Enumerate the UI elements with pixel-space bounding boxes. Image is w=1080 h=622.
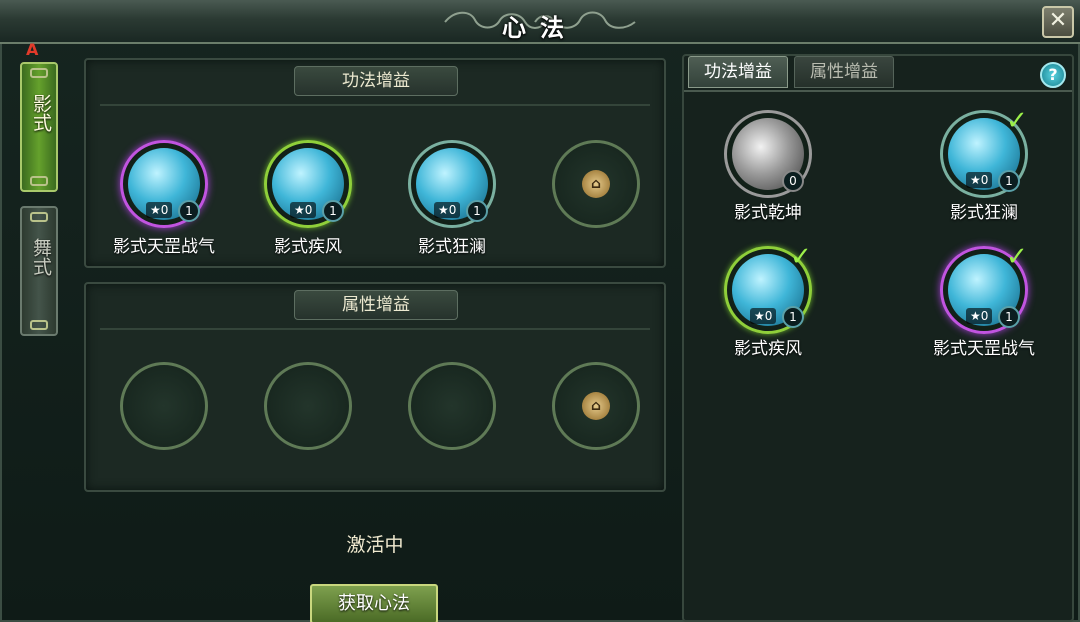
knot-ornament-icon xyxy=(30,68,48,78)
skill-name: 影式天罡战气 xyxy=(113,237,215,257)
owned-skill-item[interactable]: ★0 1 ✓ 影式疾风 xyxy=(720,242,816,359)
star-level: ★0 xyxy=(966,172,993,188)
divider xyxy=(684,90,1072,92)
title-bar: 心法 ✕ xyxy=(0,0,1080,44)
locked-slot[interactable]: ⌂ xyxy=(548,358,644,454)
attribute-boost-panel: 属性增益 ⌂ xyxy=(84,282,666,492)
close-button[interactable]: ✕ xyxy=(1042,6,1074,38)
slot-ring xyxy=(120,362,208,450)
status-text: 激活中 xyxy=(346,534,404,556)
skill-name: 影式疾风 xyxy=(734,339,802,359)
owned-skill-item[interactable]: ★0 1 ✓ 影式狂澜 xyxy=(936,106,1032,223)
close-icon[interactable]: ✕ xyxy=(1049,8,1067,33)
lock-icon: ⌂ xyxy=(582,392,610,420)
side-tab-label: 舞式 xyxy=(30,238,52,276)
checkmark-icon: ✓ xyxy=(790,242,812,272)
star-level: ★0 xyxy=(434,202,461,218)
knot-ornament-icon xyxy=(30,176,48,186)
help-button[interactable]: ? xyxy=(1040,62,1066,88)
skill-slot[interactable]: ★0 1 影式狂澜 xyxy=(404,136,500,257)
checkmark-icon: ✓ xyxy=(1006,242,1028,272)
acquire-xinfa-button[interactable]: 获取心法 xyxy=(310,584,438,622)
owned-skill-item[interactable]: 0 影式乾坤 xyxy=(720,106,816,223)
empty-slot[interactable] xyxy=(404,358,500,454)
skill-boost-panel: 功法增益 ★0 1 影式天罡战气 ★0 1 影式疾风 ★0 1 影式狂澜 ⌂ xyxy=(84,58,666,268)
slot-ring xyxy=(264,362,352,450)
empty-slot[interactable] xyxy=(260,358,356,454)
side-tab-label: 影式 xyxy=(30,94,52,132)
panel-header: 属性增益 xyxy=(294,290,458,320)
skill-name: 影式疾风 xyxy=(274,237,342,257)
skill-name: 影式天罡战气 xyxy=(933,339,1035,359)
count-badge: 1 xyxy=(466,200,488,222)
skill-name: 影式狂澜 xyxy=(418,237,486,257)
skill-slot[interactable]: ★0 1 影式疾风 xyxy=(260,136,356,257)
knot-ornament-icon xyxy=(30,212,48,222)
star-level: ★0 xyxy=(290,202,317,218)
knot-ornament-icon xyxy=(30,320,48,330)
checkmark-icon: ✓ xyxy=(1006,106,1028,136)
count-badge: 1 xyxy=(782,306,804,328)
owned-skill-item[interactable]: ★0 1 ✓ 影式天罡战气 xyxy=(933,242,1035,359)
divider xyxy=(100,328,650,330)
skill-slot[interactable]: ★0 1 影式天罡战气 xyxy=(113,136,215,257)
star-level: ★0 xyxy=(966,308,993,324)
locked-slot[interactable]: ⌂ xyxy=(548,136,644,232)
tab-attribute-boost[interactable]: 属性增益 xyxy=(794,56,894,88)
panel-header: 功法增益 xyxy=(294,66,458,96)
side-tab-yingshi[interactable]: 影式 xyxy=(20,62,58,192)
divider xyxy=(100,104,650,106)
slot-ring xyxy=(408,362,496,450)
star-level: ★0 xyxy=(750,308,777,324)
count-badge: 1 xyxy=(998,306,1020,328)
lock-icon: ⌂ xyxy=(582,170,610,198)
skill-name: 影式狂澜 xyxy=(950,203,1018,223)
window-title: 心法 xyxy=(502,14,578,42)
skill-name: 影式乾坤 xyxy=(734,203,802,223)
empty-slot[interactable] xyxy=(116,358,212,454)
side-tab-wushi[interactable]: 舞式 xyxy=(20,206,58,336)
star-level: ★0 xyxy=(146,202,173,218)
tab-skill-boost[interactable]: 功法增益 xyxy=(688,56,788,88)
count-badge: 1 xyxy=(178,200,200,222)
count-badge: 0 xyxy=(782,170,804,192)
count-badge: 1 xyxy=(998,170,1020,192)
new-badge-icon: A xyxy=(26,40,39,59)
count-badge: 1 xyxy=(322,200,344,222)
